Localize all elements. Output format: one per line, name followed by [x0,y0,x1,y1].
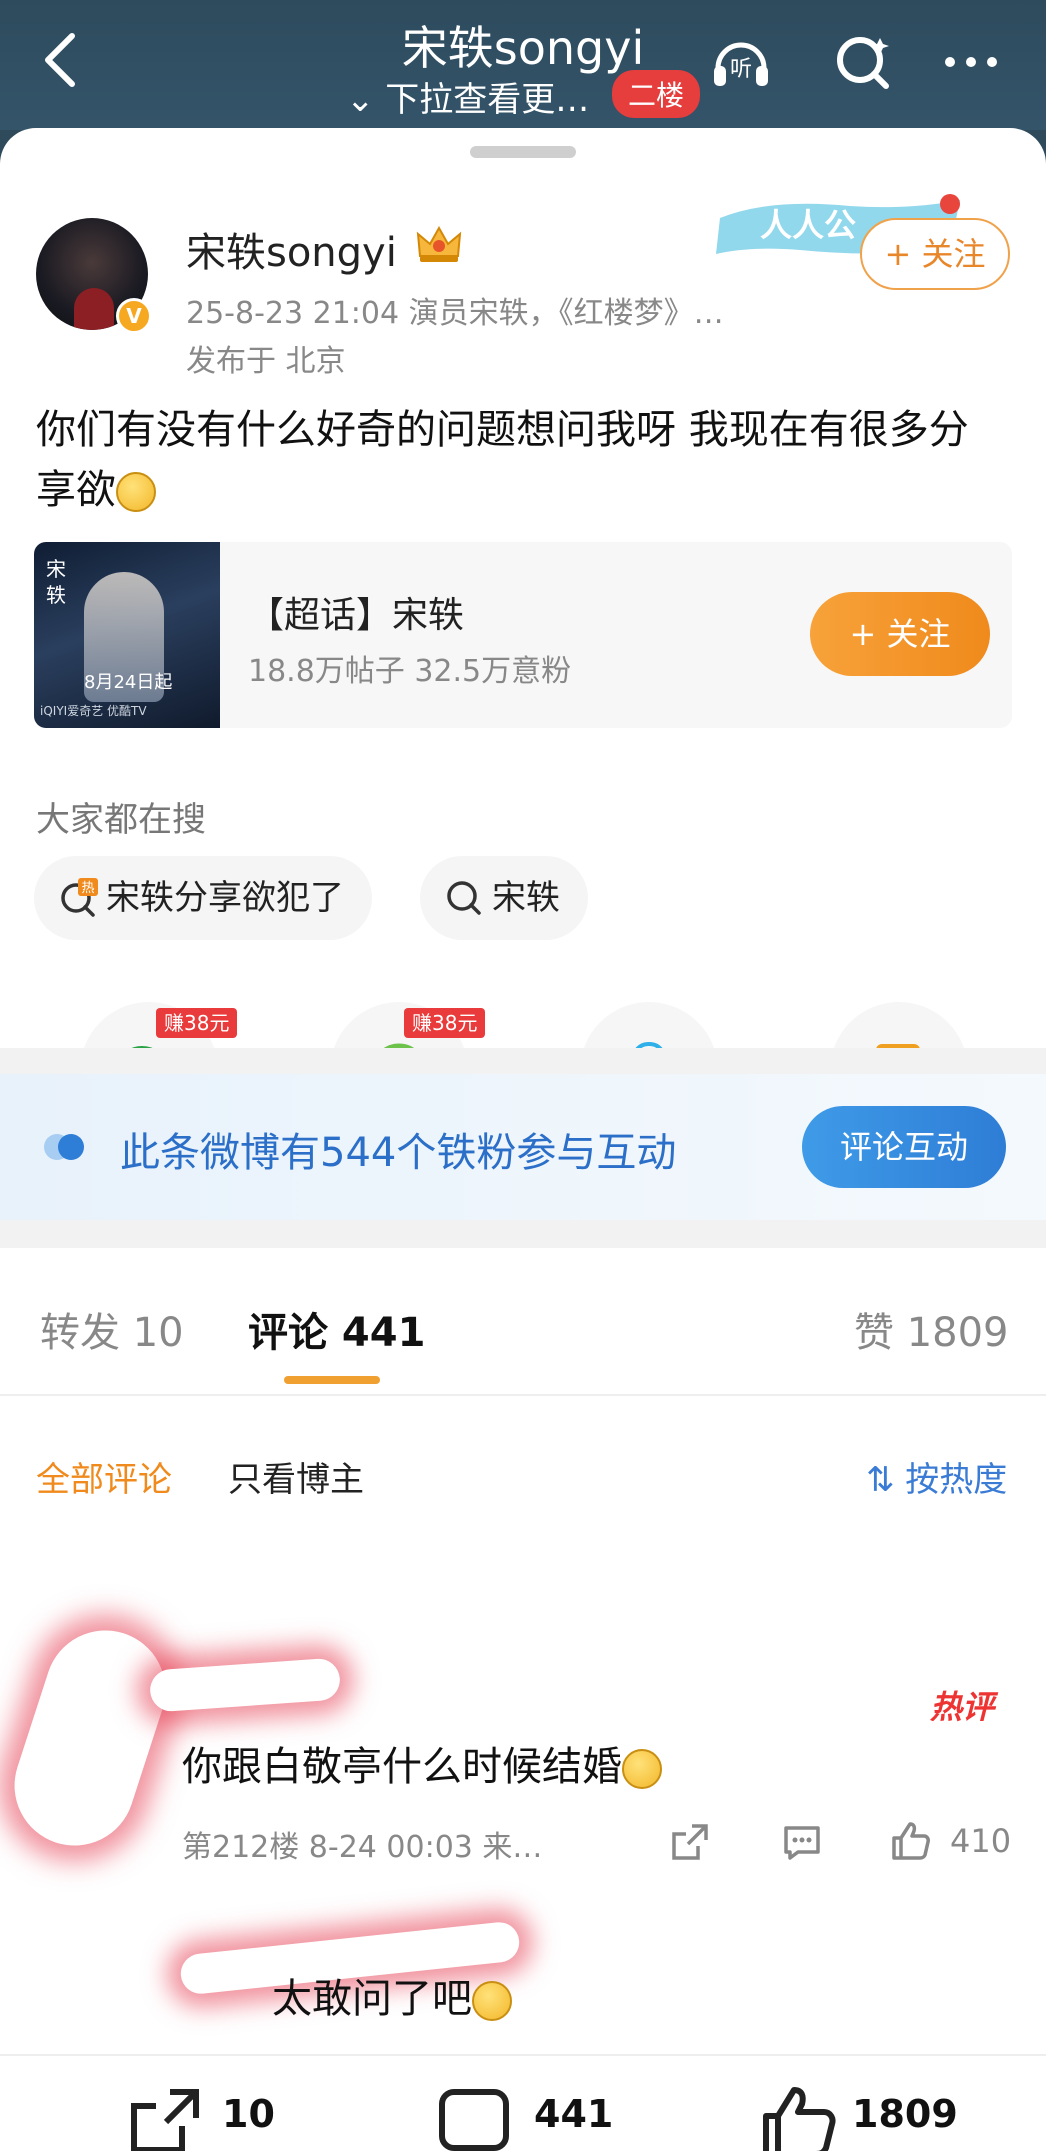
repost-comment-icon[interactable] [668,1820,712,1864]
earn-badge: 赚38元 [156,1008,238,1038]
search-chip-label: 宋轶 [492,878,560,918]
bottom-action-bar: 10 441 1809 [0,2054,1046,2151]
drag-handle[interactable] [470,146,576,158]
commenter-avatar-obscured[interactable] [0,1614,182,1862]
search-chip-1[interactable]: 热 宋轶分享欲犯了 [34,856,372,940]
decoration-text: 人人公 [760,206,856,244]
reply-comment-icon[interactable] [780,1820,824,1864]
hot-comment-badge: 热评 [930,1688,995,1726]
doge-emoji-icon [622,1749,662,1789]
follow-author-button[interactable]: + 关注 [860,218,1010,290]
active-tab-indicator [284,1376,380,1384]
fans-interaction-text: 此条微博有544个铁粉参与互动 [120,1130,677,1176]
fans-indicator-icon [44,1134,84,1160]
verified-v-icon: V [116,298,152,334]
poster-date: 8月24日起 [84,672,173,693]
pull-down-label: 下拉查看更… [385,80,590,120]
post-text: 你们有没有什么好奇的问题想问我呀 我现在有很多分享欲 [36,400,996,520]
sort-by-hot[interactable]: ⇅ 按热度 [866,1452,1007,1501]
tab-comments[interactable]: 评论 441 [248,1300,425,1358]
filter-all-comments[interactable]: 全部评论 [36,1452,172,1501]
comment-icon[interactable] [436,2086,516,2151]
divider [0,1394,1046,1396]
topic-poster: 宋轶 8月24日起 iQIYI爱奇艺 优酷TV [34,542,220,728]
tab-likes[interactable]: 赞 1809 [854,1300,1009,1358]
like-count[interactable]: 1809 [852,2092,958,2136]
second-floor-badge[interactable]: 二楼 [612,70,701,118]
trending-search-heading: 大家都在搜 [36,800,206,840]
top-bar: 宋轶songyi ⌄ 下拉查看更… 二楼 听 [0,0,1046,130]
super-topic-card[interactable]: 宋轶 8月24日起 iQIYI爱奇艺 优酷TV 【超话】宋轶 18.8万帖子 3… [34,542,1012,728]
post-time-source: 25-8-23 21:04 演员宋轶，《红楼梦》… [186,296,724,331]
post-text-body: 你们有没有什么好奇的问题想问我呀 我现在有很多分享欲 [36,407,969,513]
reply-text: 太敢问了吧 [272,1966,512,2024]
follow-topic-button[interactable]: + 关注 [810,592,990,676]
thinking-emoji-icon [116,472,156,512]
crown-icon [416,225,462,262]
poster-brand: iQIYI爱奇艺 优酷TV [40,704,147,718]
more-options-icon[interactable] [936,26,1006,96]
pull-down-hint[interactable]: ⌄ 下拉查看更… [346,72,589,121]
earn-badge: 赚38元 [404,1008,486,1038]
svg-text:热: 热 [81,881,94,896]
comment-meta: 第212楼 8-24 00:03 来… [182,1830,543,1865]
repost-icon[interactable] [126,2086,206,2151]
filter-author-only[interactable]: 只看博主 [228,1452,364,1501]
topic-stats: 18.8万帖子 32.5万意粉 [248,654,572,689]
search-icon[interactable] [828,26,898,96]
section-gap [0,1048,1046,1074]
listen-headphones-icon[interactable]: 听 [706,26,776,96]
author-name[interactable]: 宋轶songyi [186,220,397,278]
post-sheet: V 宋轶songyi 25-8-23 21:04 演员宋轶，《红楼梦》… 发布于… [0,128,1046,2151]
commenter-name-obscured[interactable] [148,1657,342,1713]
svg-text:听: 听 [730,57,752,82]
search-icon [447,881,481,915]
tab-repost[interactable]: 转发 10 [40,1300,184,1358]
comment-like-count: 410 [950,1822,1012,1860]
chevron-down-icon: ⌄ [346,80,386,120]
doge-emoji-icon [472,1981,512,2021]
fans-interaction-bar[interactable]: 此条微博有544个铁粉参与互动 评论互动 [0,1074,1046,1220]
sort-label: 按热度 [905,1460,1008,1500]
section-gap [0,1220,1046,1248]
search-chip-label: 宋轶分享欲犯了 [106,878,344,918]
comment-text-body: 你跟白敬亭什么时候结婚 [182,1744,622,1790]
post-location: 发布于 北京 [186,344,346,379]
poster-vertical-text: 宋轶 [46,557,66,607]
reply-text-body: 太敢问了吧 [272,1976,472,2022]
comment-interact-button[interactable]: 评论互动 [802,1106,1006,1188]
comment-text: 你跟白敬亭什么时候结婚 [182,1734,662,1792]
like-comment-icon[interactable] [888,1818,932,1862]
sort-icon: ⇅ [866,1460,906,1500]
hot-search-icon: 热 [61,878,98,917]
topic-title: 【超话】宋轶 [248,595,465,636]
search-chip-2[interactable]: 宋轶 [420,856,588,940]
repost-count[interactable]: 10 [222,2092,275,2136]
like-icon[interactable] [760,2086,840,2151]
comment-count[interactable]: 441 [534,2092,613,2136]
